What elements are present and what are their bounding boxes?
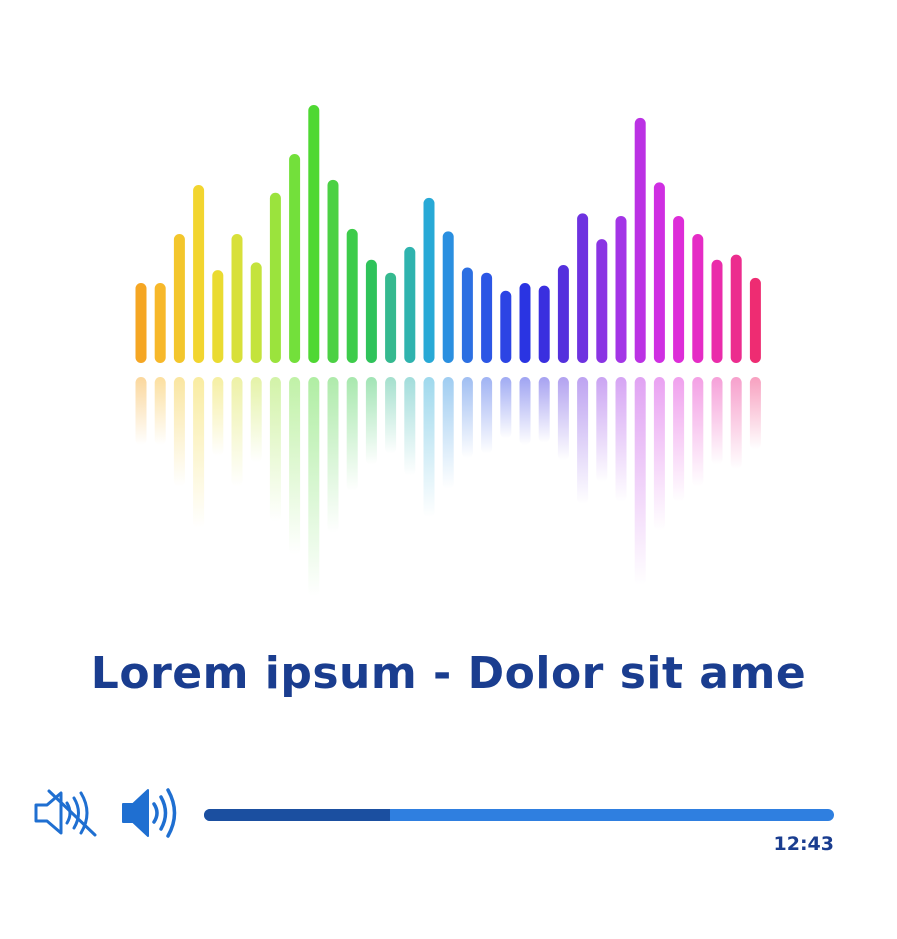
visualizer-reflection xyxy=(596,377,608,483)
visualizer-reflection xyxy=(730,377,742,470)
visualizer-bar xyxy=(193,184,205,363)
visualizer-reflection xyxy=(231,377,243,487)
visualizer-bar xyxy=(135,283,147,363)
visualizer-reflection xyxy=(442,377,454,489)
visualizer-bar xyxy=(692,234,704,363)
volume-button[interactable] xyxy=(118,784,182,842)
visualizer-reflection xyxy=(289,377,301,555)
visualizer-reflection xyxy=(519,377,531,445)
visualizer-reflection xyxy=(500,377,512,439)
visualizer-reflection xyxy=(346,377,358,492)
visualizer-reflection xyxy=(193,377,205,529)
visualizer-bar xyxy=(346,228,358,363)
time-label: 12:43 xyxy=(773,833,834,855)
speaker-muted-icon xyxy=(34,789,97,837)
visualizer-reflection xyxy=(423,377,435,518)
visualizer-reflection xyxy=(212,377,224,456)
visualizer-bar xyxy=(173,234,185,363)
visualizer-bar xyxy=(481,272,493,363)
visualizer-reflection xyxy=(673,377,685,503)
visualizer-bar xyxy=(634,117,646,364)
visualizer-reflection xyxy=(135,377,147,445)
progress-bar[interactable] xyxy=(204,809,834,821)
visualizer-bar xyxy=(385,272,397,363)
visualizer-bar xyxy=(154,283,166,363)
visualizer-bar xyxy=(596,239,608,363)
visualizer-reflection xyxy=(327,377,339,533)
mute-button[interactable] xyxy=(33,787,99,839)
visualizer-bar xyxy=(461,267,473,363)
visualizer-bar xyxy=(749,277,761,363)
visualizer-bar xyxy=(442,231,454,363)
visualizer-bar xyxy=(711,259,723,363)
visualizer-bar xyxy=(653,182,665,363)
visualizer-bar xyxy=(423,197,435,363)
visualizer-reflection xyxy=(308,377,320,597)
progress-fill xyxy=(204,809,390,821)
visualizer-bar xyxy=(730,254,742,363)
visualizer-bar xyxy=(308,105,320,363)
track-title: Lorem ipsum - Dolor sit ame xyxy=(90,648,807,699)
visualizer-reflection xyxy=(615,377,627,503)
visualizer-bar xyxy=(577,213,589,363)
visualizer-reflection xyxy=(154,377,166,445)
visualizer-reflection xyxy=(461,377,473,459)
visualizer-reflection xyxy=(634,377,646,586)
visualizer-bar xyxy=(519,283,531,363)
visualizer-bar xyxy=(557,264,569,363)
visualizer-bar xyxy=(231,234,243,363)
visualizer-bar xyxy=(365,259,377,363)
visualizer-bar xyxy=(212,270,224,363)
visualizer-reflection xyxy=(250,377,262,463)
visualizer-bar xyxy=(250,262,262,363)
visualizer-reflection xyxy=(173,377,185,487)
visualizer-reflection xyxy=(385,377,397,454)
visualizer-bar xyxy=(500,290,512,363)
visualizer-reflection xyxy=(538,377,550,443)
visualizer-reflection xyxy=(653,377,665,531)
visualizer-reflection xyxy=(692,377,704,487)
visualizer-reflection xyxy=(749,377,761,450)
visualizer-bar xyxy=(269,192,281,363)
visualizer-bar xyxy=(615,215,627,363)
visualizer-bar xyxy=(327,179,339,363)
visualizer-bar xyxy=(538,285,550,363)
visualizer-reflection xyxy=(365,377,377,465)
visualizer-reflection xyxy=(711,377,723,465)
visualizer-reflection xyxy=(577,377,589,505)
visualizer-reflection xyxy=(404,377,416,476)
visualizer-reflection xyxy=(481,377,493,454)
visualizer-reflection xyxy=(269,377,281,522)
audio-visualizer xyxy=(135,105,761,597)
visualizer-bar xyxy=(673,215,685,363)
visualizer-reflection xyxy=(557,377,569,461)
visualizer-bar xyxy=(289,154,301,363)
speaker-volume-icon xyxy=(122,788,177,838)
visualizer-bar xyxy=(404,246,416,363)
